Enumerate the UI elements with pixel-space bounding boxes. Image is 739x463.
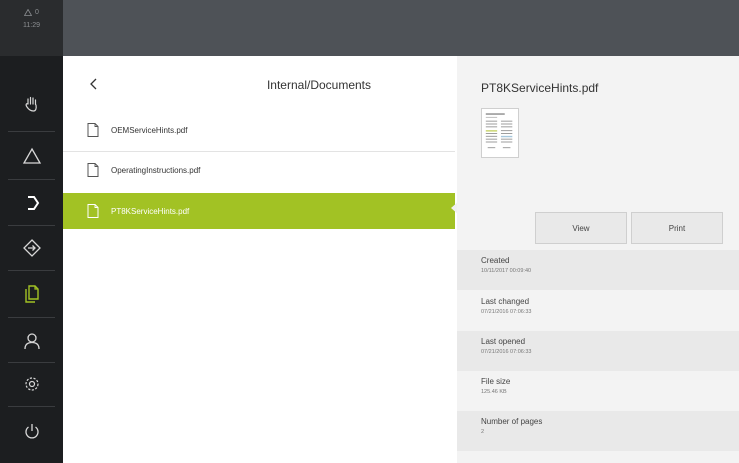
nav-file-management[interactable] (0, 274, 63, 314)
gear-icon (24, 377, 39, 391)
info-value: 07/21/2016 07:06:33 (481, 309, 532, 315)
app-frame: 0 11:29 Internal/Documents OEMServiceHin… (0, 0, 739, 463)
details-pane: PT8KServiceHints.pdf View Print Created … (457, 56, 739, 463)
breadcrumb-title: Internal/Documents (266, 78, 372, 92)
file-icon (87, 163, 99, 177)
power-icon (24, 424, 39, 439)
info-created: Created 10/11/2017 00:09:40 (457, 250, 739, 290)
arrow-right-bracket-icon (27, 196, 39, 210)
info-label: Created (481, 256, 510, 265)
documents-icon (24, 285, 39, 303)
file-name: OperatingInstructions.pdf (111, 165, 201, 175)
info-number-of-pages: Number of pages 2 (457, 411, 739, 451)
info-value: 125.46 KB (481, 389, 507, 395)
nav-user[interactable] (0, 321, 63, 361)
clock: 11:29 (23, 22, 40, 29)
file-row-selected[interactable]: PT8KServiceHints.pdf (63, 193, 455, 229)
nav-inspect[interactable] (0, 183, 63, 223)
info-label: File size (481, 377, 511, 386)
view-button[interactable]: View (535, 212, 627, 244)
info-label: Last opened (481, 337, 526, 346)
document-thumbnail[interactable] (481, 108, 519, 158)
info-label: Last changed (481, 297, 530, 306)
file-row[interactable]: OperatingInstructions.pdf (63, 152, 455, 188)
nav-measure[interactable] (0, 136, 63, 176)
file-name: OEMServiceHints.pdf (111, 125, 188, 135)
warning-indicator[interactable]: 0 (0, 6, 63, 19)
file-list-pane: Internal/Documents OEMServiceHints.pdf O… (63, 56, 455, 463)
nav-settings[interactable] (0, 364, 63, 404)
nav-power[interactable] (0, 411, 63, 451)
file-icon (87, 123, 99, 137)
info-value: 2 (481, 429, 485, 435)
warning-count: 0 (35, 9, 39, 16)
nav-program[interactable] (0, 228, 63, 268)
info-last-opened: Last opened 07/21/2016 07:06:33 (457, 331, 739, 371)
sidebar: 0 11:29 (0, 0, 63, 463)
print-button[interactable]: Print (631, 212, 723, 244)
info-value: 10/11/2017 00:09:40 (481, 268, 532, 274)
details-title: PT8KServiceHints.pdf (481, 81, 599, 95)
triangle-icon (22, 147, 41, 164)
user-icon (23, 333, 40, 350)
breadcrumb: Internal/Documents (63, 56, 455, 112)
info-label: Number of pages (481, 417, 543, 426)
hand-icon (25, 96, 37, 112)
info-last-changed: Last changed 07/21/2016 07:06:33 (457, 291, 739, 331)
top-bar (63, 0, 739, 56)
diamond-arrow-icon (22, 239, 41, 257)
file-name: PT8KServiceHints.pdf (111, 206, 190, 216)
status-area: 0 11:29 (0, 0, 63, 56)
file-icon (87, 204, 99, 218)
info-file-size: File size 125.46 KB (457, 371, 739, 411)
file-row[interactable]: OEMServiceHints.pdf (63, 112, 455, 148)
nav-manual-mode[interactable] (0, 84, 63, 124)
warning-icon (24, 9, 33, 16)
info-value: 07/21/2016 07:06:33 (481, 349, 532, 355)
